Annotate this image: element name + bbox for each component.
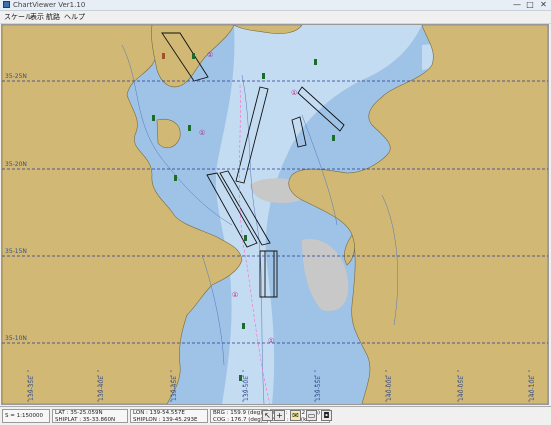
nav-light-icon xyxy=(174,175,177,181)
brg-readout: BRG : 159.9 (deg) xyxy=(213,410,263,416)
lon-label: 140-00E xyxy=(386,376,393,401)
buoy-marker: ① xyxy=(268,337,274,345)
shiplon-readout: SHIPLON : 139-45.293E xyxy=(133,416,198,423)
lat-label: 35-15N xyxy=(5,248,27,255)
mail-button[interactable]: ✉ xyxy=(290,410,301,421)
nav-light-icon xyxy=(152,115,155,121)
nav-light-icon xyxy=(314,59,317,65)
status-bar: S = 1:150000 LAT : 35-25.059N SHIPLAT : … xyxy=(0,406,551,425)
buoy-marker: ① xyxy=(291,89,297,97)
pan-tool-button[interactable]: + xyxy=(274,410,285,421)
app-icon xyxy=(3,1,10,8)
nav-light-icon xyxy=(262,73,265,79)
position-readout: LAT : 35-25.059N SHIPLAT : 35-33.860N xyxy=(52,409,128,423)
ruler-button[interactable]: ▭ xyxy=(306,410,317,421)
lon-label: 140-05E xyxy=(458,376,465,401)
lat-label: 35-20N xyxy=(5,161,27,168)
lon-label: 140-10E xyxy=(529,376,536,401)
pointer-tool-button[interactable]: ↖ xyxy=(262,410,273,421)
lon-label: 139-35E xyxy=(28,376,35,401)
maximize-button[interactable]: □ xyxy=(524,0,536,10)
lon-label: 139-40E xyxy=(98,376,105,401)
bearing-block: BRG : 159.9 (deg) COG : 176.7 (deg) xyxy=(210,409,268,423)
lon-label: 139-50E xyxy=(243,376,250,401)
window-title: ChartViewer Ver1.10 xyxy=(13,1,86,9)
minimize-button[interactable]: — xyxy=(511,0,523,10)
buoy-marker: ① xyxy=(199,129,205,137)
lat-label: 35-25N xyxy=(5,73,27,80)
nav-light-icon xyxy=(188,125,191,131)
buoy-marker: ① xyxy=(232,291,238,299)
menu-bar: スケール 表示 航路 ヘルプ xyxy=(0,11,551,24)
mail-icon: ✉ xyxy=(292,411,299,420)
nav-light-icon xyxy=(242,323,245,329)
nav-light-icon xyxy=(332,135,335,141)
cog-readout: COG : 176.7 (deg) xyxy=(213,416,263,423)
nav-light-icon xyxy=(192,53,195,59)
nav-light-icon xyxy=(162,53,165,59)
nautical-chart[interactable]: ① ① ① ① ① 35-25N 35-20N 35-15N 35-10N 13… xyxy=(2,25,548,404)
camera-icon: ◘ xyxy=(323,411,330,420)
pointer-arrow-icon: ↖ xyxy=(264,411,271,420)
window-titlebar: ChartViewer Ver1.10 — □ ✕ xyxy=(0,0,551,11)
scale-readout: S = 1:150000 xyxy=(2,409,50,423)
lon-label: 139-45E xyxy=(171,376,178,401)
close-button[interactable]: ✕ xyxy=(537,0,550,10)
chart-view[interactable]: ① ① ① ① ① 35-25N 35-20N 35-15N 35-10N 13… xyxy=(1,24,549,405)
menu-help[interactable]: ヘルプ xyxy=(62,11,87,23)
buoy-marker: ① xyxy=(207,51,213,59)
shiplat-readout: SHIPLAT : 35-33.860N xyxy=(55,416,116,423)
menu-route[interactable]: 航路 xyxy=(44,11,62,23)
pan-cross-icon: + xyxy=(276,411,283,420)
nav-light-icon xyxy=(244,235,247,241)
camera-button[interactable]: ◘ xyxy=(321,410,332,421)
ruler-icon: ▭ xyxy=(307,411,316,420)
lon-block: LON : 139-54.557E SHIPLON : 139-45.293E xyxy=(130,409,208,423)
lon-label: 139-55E xyxy=(315,376,322,401)
nav-light-icon xyxy=(239,375,242,381)
lat-label: 35-10N xyxy=(5,335,27,342)
